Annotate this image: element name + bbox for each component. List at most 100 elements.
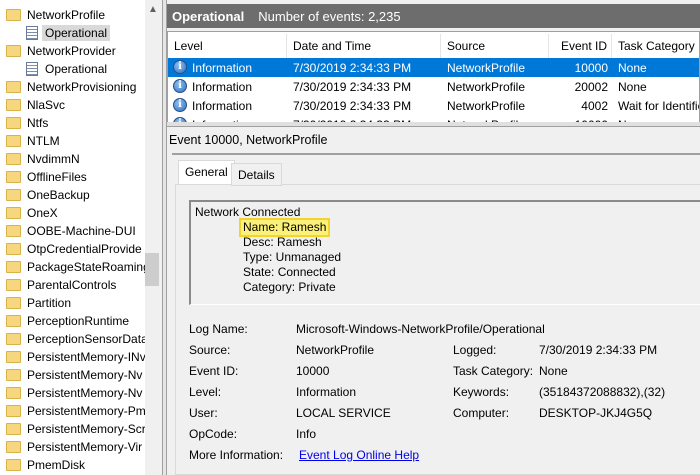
tree-item[interactable]: PackageStateRoaming: [0, 258, 146, 276]
column-task-category[interactable]: Task Category: [612, 34, 699, 58]
tree-item[interactable]: NvdimmN: [0, 150, 146, 168]
tree-item[interactable]: OtpCredentialProvide: [0, 240, 146, 258]
tree-item[interactable]: PersistentMemory-Nv: [0, 384, 146, 402]
level-value: Information: [296, 385, 357, 399]
tree-item[interactable]: PersistentMemory-Nv: [0, 366, 146, 384]
folder-icon: [6, 297, 21, 309]
keywords-label: Keywords:: [453, 385, 510, 399]
tree-item-label: PerceptionSensorData: [27, 332, 146, 346]
divider: [172, 153, 700, 155]
folder-icon: [6, 423, 21, 435]
tree-item[interactable]: Operational: [0, 60, 146, 78]
folder-icon: [6, 369, 21, 381]
tree-item-label: PersistentMemory-Nv: [27, 368, 143, 382]
information-icon: i: [173, 60, 187, 74]
tree-item[interactable]: PersistentMemory-Scr: [0, 420, 146, 438]
folder-icon: [6, 261, 21, 273]
tree-item-label: Ntfs: [27, 116, 49, 130]
tree-item[interactable]: PersistentMemory-Vir: [0, 438, 146, 456]
cell: 7/30/2019 2:34:33 PM: [293, 79, 412, 94]
tree-item[interactable]: NetworkProvider: [0, 42, 146, 60]
user-label: User:: [189, 406, 218, 420]
tab-details[interactable]: Details: [231, 163, 282, 186]
event-row[interactable]: i Information 7/30/2019 2:34:33 PM NetworkP…: [168, 58, 699, 77]
message-line: Type: Unmanaged: [243, 250, 342, 264]
tree-item[interactable]: Partition: [0, 294, 146, 312]
tree-item-label: PersistentMemory-Vir: [27, 440, 143, 454]
tree-item[interactable]: Ntfs: [0, 114, 146, 132]
event-row[interactable]: i Information 7/30/2019 2:34:33 PM NetworkP…: [168, 77, 699, 96]
tree-item-label: OneBackup: [27, 188, 90, 202]
tree-item[interactable]: OneX: [0, 204, 146, 222]
cell: 4002: [581, 98, 608, 113]
tree-item-label: PersistentMemory-Nv: [27, 386, 143, 400]
tree-scrollbar[interactable]: [145, 0, 161, 475]
folder-icon: [6, 441, 21, 453]
folder-icon: [6, 45, 21, 57]
tree-item-label: OtpCredentialProvide: [27, 242, 142, 256]
opcode-value: Info: [296, 427, 317, 441]
tree-item[interactable]: PersistentMemory-INv: [0, 348, 146, 366]
logged-label: Logged:: [453, 343, 497, 357]
cell: NetworkProfile: [447, 60, 526, 75]
tree-item[interactable]: OfflineFiles: [0, 168, 146, 186]
tree-item-label: PersistentMemory-Pm: [27, 404, 146, 418]
tree-item[interactable]: PerceptionSensorData: [0, 330, 146, 348]
tree-item[interactable]: OneBackup: [0, 186, 146, 204]
tree-item-label: ParentalControls: [27, 278, 117, 292]
log-name-label: Log Name:: [189, 322, 248, 336]
message-line: Desc: Ramesh: [243, 235, 322, 249]
tree-item[interactable]: PmemDisk: [0, 456, 146, 474]
tree-item-label: OneX: [27, 206, 58, 220]
cell: 10000: [574, 60, 608, 75]
folder-icon: [6, 207, 21, 219]
task-category-value: None: [539, 364, 568, 378]
folder-icon: [6, 351, 21, 363]
information-icon: i: [173, 79, 187, 93]
folder-icon: [6, 135, 21, 147]
event-title: Event 10000, NetworkProfile: [169, 133, 328, 147]
folder-icon: [6, 117, 21, 129]
log-icon: [26, 62, 38, 76]
tree-item-label: NTLM: [27, 134, 60, 148]
folder-icon: [6, 405, 21, 417]
source-label: Source:: [189, 343, 231, 357]
log-tree: NetworkProfile Operational NetworkProvider…: [0, 0, 146, 475]
column-event-id[interactable]: Event ID: [549, 34, 612, 58]
column-level[interactable]: Level: [168, 34, 287, 58]
cell: None: [618, 60, 647, 75]
tree-item[interactable]: NetworkProfile: [0, 6, 146, 24]
event-row[interactable]: i Information 7/30/2019 2:34:33 PM NetworkP…: [168, 96, 699, 115]
user-value: LOCAL SERVICE: [296, 406, 391, 420]
log-header: Operational Number of events: 2,235: [167, 4, 700, 28]
tab-general[interactable]: General: [178, 160, 235, 184]
cell: 7/30/2019 2:34:33 PM: [293, 60, 412, 75]
information-icon: i: [173, 98, 187, 112]
folder-icon: [6, 81, 21, 93]
tree-scrollbar-thumb[interactable]: [145, 253, 159, 286]
tree-item-label: PersistentMemory-INv: [27, 350, 146, 364]
tree-item[interactable]: Operational: [0, 24, 146, 42]
cell: Information: [192, 79, 253, 94]
source-value: NetworkProfile: [296, 343, 375, 357]
tree-item[interactable]: NetworkProvisioning: [0, 78, 146, 96]
tree-item[interactable]: OOBE-Machine-DUI: [0, 222, 146, 240]
tree-item[interactable]: ParentalControls: [0, 276, 146, 294]
tree-item[interactable]: PerceptionRuntime: [0, 312, 146, 330]
column-source[interactable]: Source: [441, 34, 549, 58]
scroll-up-icon[interactable]: ▲: [145, 4, 161, 20]
highlighted-name: Name: Ramesh: [238, 218, 331, 237]
tree-item[interactable]: PersistentMemory-Pm: [0, 402, 146, 420]
cell: 7/30/2019 2:34:33 PM: [293, 98, 412, 113]
message-line: Category: Private: [243, 280, 336, 294]
event-log-online-help-link[interactable]: Event Log Online Help: [299, 448, 419, 462]
column-date[interactable]: Date and Time: [287, 34, 441, 58]
tree-item-label: Operational: [42, 25, 111, 41]
tree-item[interactable]: NlaSvc: [0, 96, 146, 114]
grid-splitter[interactable]: [167, 122, 700, 127]
tree-item-label: NlaSvc: [27, 98, 66, 112]
level-label: Level:: [189, 385, 222, 399]
cell: NetworkProfile: [447, 79, 526, 94]
tree-item[interactable]: NTLM: [0, 132, 146, 150]
task-category-label: Task Category:: [453, 364, 534, 378]
